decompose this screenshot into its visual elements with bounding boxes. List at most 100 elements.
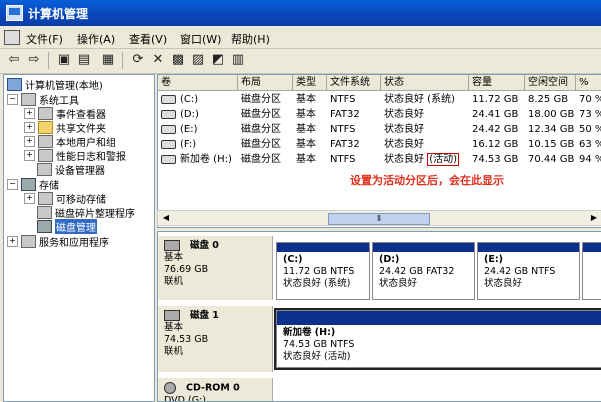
menu-action[interactable]: 操作(A) <box>77 31 115 47</box>
volume-name: 新加卷 (H:) <box>180 154 232 165</box>
volume-free: 10.15 GB <box>528 139 575 150</box>
tree-item-local-users[interactable]: + 本地用户和组 <box>24 134 116 149</box>
cdrom-icon <box>164 382 176 394</box>
expand-icon[interactable]: + <box>7 235 18 247</box>
scrollbar-thumb[interactable]: ⦀ <box>328 213 430 225</box>
forward-arrow-icon[interactable]: ⇨ <box>26 52 42 68</box>
menu-view[interactable]: 查看(V) <box>129 31 167 47</box>
table-row[interactable]: (C:) 磁盘分区 基本 NTFS 状态良好 (系统) 11.72 GB 8.2… <box>158 92 601 107</box>
annotation-text: 设置为活动分区后，会在此显示 <box>350 174 504 187</box>
tree-item-storage[interactable]: − 存储 <box>7 177 59 192</box>
disk-1-label[interactable]: 磁盘 1 基本 74.53 GB 联机 <box>158 306 273 372</box>
col-layout[interactable]: 布局 <box>238 75 293 90</box>
back-arrow-icon[interactable]: ⇦ <box>6 52 22 68</box>
col-percent[interactable]: % <box>576 75 601 90</box>
navigation-tree: 计算机管理(本地) − 系统工具 + 事件查看器 + 共享文件夹 + 本地用户和… <box>3 74 155 402</box>
scroll-right-icon[interactable]: ▶ <box>588 213 600 223</box>
col-capacity[interactable]: 容量 <box>469 75 525 90</box>
scroll-left-icon[interactable]: ◀ <box>160 213 172 223</box>
tree-item-disk-management[interactable]: 磁盘管理 <box>37 218 97 234</box>
volume-status: 状态良好 <box>384 124 424 135</box>
view-icon[interactable]: ▥ <box>230 52 246 68</box>
open-folder-icon[interactable]: ▨ <box>190 52 206 68</box>
menu-window[interactable]: 窗口(W) <box>180 31 221 47</box>
expand-icon[interactable]: + <box>24 107 35 119</box>
volume-list: 卷 布局 类型 文件系统 状态 容量 空闲空间 % (C:) 磁盘分区 基本 N… <box>157 74 601 228</box>
partition-h[interactable]: 新加卷 (H:) 74.53 GB NTFS 状态良好 (活动) <box>274 308 601 370</box>
tree-item-device-manager[interactable]: 设备管理器 <box>37 162 105 177</box>
volume-fs: NTFS <box>330 124 356 135</box>
console-icon[interactable] <box>4 30 20 45</box>
expand-icon[interactable]: + <box>24 135 35 147</box>
partition-d[interactable]: (D:) 24.42 GB FAT32 状态良好 <box>372 242 475 300</box>
collapse-icon[interactable]: − <box>7 178 18 190</box>
collapse-icon[interactable]: − <box>7 93 18 105</box>
volume-icon <box>161 154 176 164</box>
volume-free: 12.34 GB <box>528 124 575 135</box>
col-free-space[interactable]: 空闲空间 <box>525 75 576 90</box>
tree-item-event-viewer[interactable]: + 事件查看器 <box>24 106 106 121</box>
volume-status: 状态良好 (活动) <box>384 153 459 166</box>
properties-icon[interactable]: ▦ <box>100 52 116 68</box>
expand-icon[interactable]: + <box>24 149 35 161</box>
export-icon[interactable]: ▩ <box>170 52 186 68</box>
title-bar: 计算机管理 <box>0 0 601 26</box>
col-type[interactable]: 类型 <box>293 75 327 90</box>
menu-help[interactable]: 帮助(H) <box>231 31 270 47</box>
table-row[interactable]: 新加卷 (H:) 磁盘分区 基本 NTFS 状态良好 (活动) 74.53 GB… <box>158 152 601 167</box>
volume-free: 70.44 GB <box>528 154 575 165</box>
table-row[interactable]: (D:) 磁盘分区 基本 FAT32 状态良好 24.41 GB 18.00 G… <box>158 107 601 122</box>
tree-item-system-tools[interactable]: − 系统工具 <box>7 92 79 107</box>
volume-percent: 70 % <box>579 94 601 105</box>
active-tag: (活动) <box>427 153 459 166</box>
tree-item-root[interactable]: 计算机管理(本地) <box>7 77 103 92</box>
disk-management-icon <box>37 219 52 233</box>
device-manager-icon <box>37 162 52 176</box>
volume-type: 基本 <box>296 124 316 135</box>
col-status[interactable]: 状态 <box>381 75 469 90</box>
expand-icon[interactable]: + <box>24 121 35 133</box>
volume-layout: 磁盘分区 <box>241 139 281 150</box>
show-tree-icon[interactable]: ▤ <box>76 52 92 68</box>
partition-c[interactable]: (C:) 11.72 GB NTFS 状态良好 (系统) <box>276 242 370 300</box>
volume-status: 状态良好 <box>384 139 424 150</box>
tree-item-services[interactable]: + 服务和应用程序 <box>7 234 109 249</box>
volume-percent: 63 % <box>579 139 601 150</box>
event-viewer-icon <box>38 106 53 120</box>
up-level-icon[interactable]: ▣ <box>56 52 72 68</box>
tree-item-shared-folders[interactable]: + 共享文件夹 <box>24 120 106 135</box>
expand-icon[interactable]: + <box>24 192 35 204</box>
volume-type: 基本 <box>296 109 316 120</box>
disk-icon <box>164 240 180 251</box>
volume-icon <box>161 109 176 119</box>
partition-e[interactable]: (E:) 24.42 GB NTFS 状态良好 <box>477 242 580 300</box>
disk-0-label[interactable]: 磁盘 0 基本 76.69 GB 联机 <box>158 236 273 300</box>
help-icon[interactable]: ◩ <box>210 52 226 68</box>
delete-icon[interactable]: ✕ <box>150 52 166 68</box>
table-row[interactable]: (F:) 磁盘分区 基本 FAT32 状态良好 16.12 GB 10.15 G… <box>158 137 601 152</box>
volume-percent: 73 % <box>579 109 601 120</box>
table-row[interactable]: (E:) 磁盘分区 基本 NTFS 状态良好 24.42 GB 12.34 GB… <box>158 122 601 137</box>
col-volume[interactable]: 卷 <box>158 75 238 90</box>
menu-file[interactable]: 文件(F) <box>26 31 63 47</box>
volume-fs: NTFS <box>330 94 356 105</box>
volume-capacity: 24.42 GB <box>472 124 519 135</box>
removable-storage-icon <box>38 191 53 205</box>
volume-layout: 磁盘分区 <box>241 124 281 135</box>
volume-free: 18.00 GB <box>528 109 575 120</box>
volume-layout: 磁盘分区 <box>241 154 281 165</box>
computer-icon <box>7 77 22 91</box>
storage-icon <box>21 177 36 191</box>
services-icon <box>21 234 36 248</box>
horizontal-scrollbar[interactable]: ◀ ⦀ ▶ <box>157 210 601 226</box>
volume-fs: FAT32 <box>330 139 360 150</box>
col-filesystem[interactable]: 文件系统 <box>327 75 381 90</box>
volume-type: 基本 <box>296 94 316 105</box>
tree-item-removable[interactable]: + 可移动存储 <box>24 191 106 206</box>
tree-item-perf-logs[interactable]: + 性能日志和警报 <box>24 148 126 163</box>
volume-name: (C:) <box>180 94 199 105</box>
partition-f-partial[interactable] <box>582 242 601 300</box>
refresh-icon[interactable]: ⟳ <box>130 52 146 68</box>
tree-item-defrag[interactable]: 磁盘碎片整理程序 <box>37 205 135 220</box>
cdrom-0-label[interactable]: CD-ROM 0 DVD (G:) <box>158 378 273 401</box>
